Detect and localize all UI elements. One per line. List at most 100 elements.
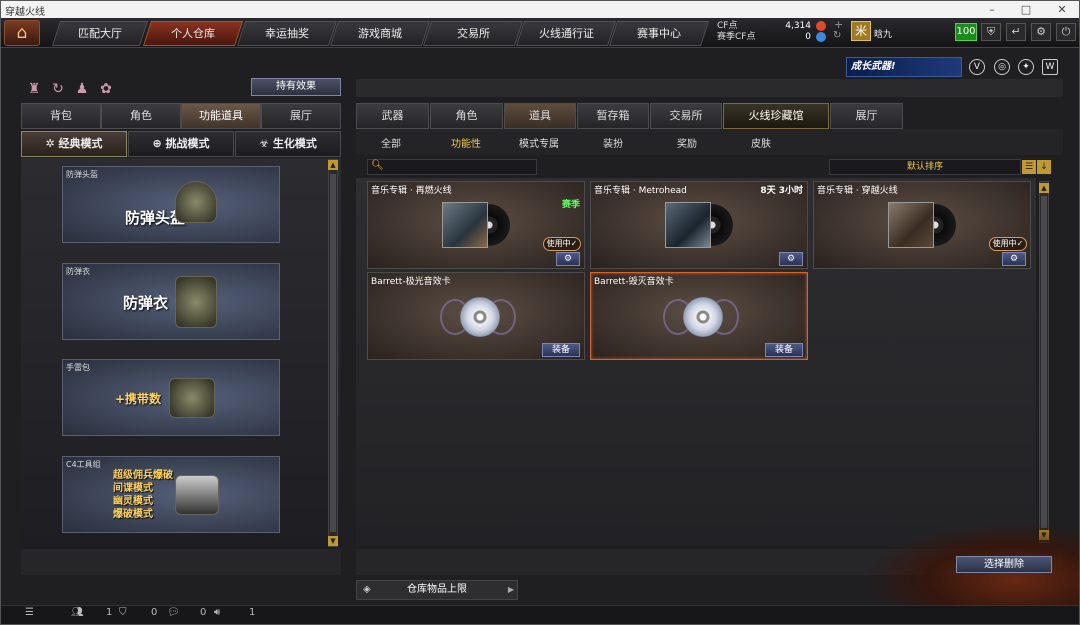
tab-function-items[interactable]: 功能道具 (181, 103, 261, 129)
scroll-up-icon[interactable]: ▲ (1039, 183, 1049, 193)
cycle-icon[interactable]: ↻ (49, 80, 67, 98)
item-card[interactable]: 音乐专辑 · 穿越火线 使用中✓ ⚙ (813, 181, 1031, 269)
tab-showroom[interactable]: 展厅 (261, 103, 341, 129)
sort-select[interactable]: 默认排序 (829, 159, 1021, 175)
card-title: 防弹衣 (123, 294, 169, 312)
item-card[interactable]: Barrett-极光音效卡 装备 (367, 272, 585, 360)
card-grenade-pack[interactable]: 手雷包 +携带数 (62, 359, 280, 436)
maximize-button[interactable]: □ (1009, 1, 1043, 18)
badge-icon[interactable]: V (969, 59, 985, 75)
equip-button[interactable]: 装备 (765, 343, 803, 357)
nav-tab-exchange[interactable]: 交易所 (422, 21, 524, 46)
wing-icon[interactable]: W (1042, 59, 1058, 75)
scroll-down-icon[interactable]: ▼ (328, 536, 338, 546)
nav-tab-label: 幸运抽奖 (265, 27, 309, 40)
scroll-thumb[interactable] (1041, 196, 1047, 528)
season-coin-icon (816, 32, 826, 42)
chat-icon[interactable]: 💬︎ (167, 607, 180, 618)
target-icon[interactable]: ◎ (994, 59, 1010, 75)
refresh-icon[interactable]: ↻ (833, 30, 841, 41)
list-icon[interactable]: ☰ (1022, 160, 1036, 174)
nav-tab-lobby[interactable]: 匹配大厅 (51, 21, 149, 46)
card-caption: C4工具组 (66, 460, 101, 469)
tab-backpack[interactable]: 背包 (21, 103, 101, 129)
card-vest[interactable]: 防弹衣 防弹衣 (62, 263, 280, 340)
filter-costume[interactable]: 装扮 (603, 135, 623, 150)
filter-rewards[interactable]: 奖励 (677, 135, 697, 150)
tab-character[interactable]: 角色 (101, 103, 181, 129)
search-input[interactable]: 🔍︎ (367, 159, 537, 175)
return-icon[interactable]: ↵ (1006, 23, 1026, 41)
c4-mode-line: 间谍模式 (113, 483, 153, 494)
tab-storage[interactable]: 暂存箱 (577, 103, 649, 129)
growth-weapon-banner[interactable]: 成长武器! (846, 57, 962, 77)
tab-items[interactable]: 道具 (504, 103, 576, 129)
c4-mode-line: 爆破模式 (113, 509, 153, 520)
item-card[interactable]: 音乐专辑 · Metrohead 8天 3小时 ⚙ (590, 181, 808, 269)
emblem-icon[interactable]: ✦ (1018, 59, 1034, 75)
sort-down-icon[interactable]: ↓ (1037, 160, 1051, 174)
tab-hall[interactable]: 展厅 (830, 103, 903, 129)
item-name: 音乐专辑 · 再燃火线 (371, 186, 452, 196)
c4-icon (175, 475, 219, 515)
left-footer (21, 549, 341, 575)
card-helmet[interactable]: 防弹头盔 防弹头盔 (62, 166, 280, 243)
ranking-icon[interactable]: ♜ (25, 80, 43, 98)
power-icon[interactable]: ⏻ (1056, 23, 1076, 41)
minimize-button[interactable]: – (975, 1, 1009, 18)
shield-icon[interactable]: ⛨ (981, 23, 1001, 41)
home-icon[interactable]: ⌂ (4, 20, 40, 46)
capacity-bar[interactable]: ◈ 仓库物品上限 ▶ (356, 580, 518, 600)
item-name: 音乐专辑 · 穿越火线 (817, 186, 898, 196)
vest-icon (175, 276, 217, 328)
filter-all[interactable]: 全部 (381, 135, 401, 150)
nav-tab-pass[interactable]: 火线通行证 (515, 21, 617, 46)
character-icon[interactable]: ♟ (73, 80, 91, 98)
bag-icon[interactable]: ✿ (97, 80, 115, 98)
mode-challenge[interactable]: ⊕ 挑战模式 (128, 131, 234, 157)
gear-icon[interactable]: ⚙ (1002, 252, 1026, 266)
nav-tab-lottery[interactable]: 幸运抽奖 (236, 21, 338, 46)
nav-tab-events[interactable]: 赛事中心 (608, 21, 710, 46)
mode-classic[interactable]: ✲ 经典模式 (21, 131, 127, 157)
left-scrollbar[interactable] (328, 159, 338, 547)
mode-zombie[interactable]: ☣ 生化模式 (235, 131, 341, 157)
scroll-up-icon[interactable]: ▲ (328, 160, 338, 170)
layers-icon: ◈ (363, 584, 371, 595)
season-cf-label: 赛季CF点 (717, 32, 756, 42)
tab-trade[interactable]: 交易所 (650, 103, 722, 129)
hold-effect-button[interactable]: 持有效果 (251, 78, 341, 96)
tab-weapons[interactable]: 武器 (356, 103, 429, 129)
friends-count: 1 (106, 607, 113, 618)
item-card[interactable]: 音乐专辑 · 再燃火线 赛季 使用中✓ ⚙ (367, 181, 585, 269)
gear-icon[interactable]: ⚙ (779, 252, 803, 266)
clan-shield-icon[interactable]: ⛉ (119, 607, 127, 618)
filter-skins[interactable]: 皮肤 (751, 135, 771, 150)
helmet-icon (175, 181, 217, 223)
select-delete-button[interactable]: 选择删除 (956, 556, 1052, 573)
nav-tab-shop[interactable]: 游戏商城 (329, 21, 431, 46)
item-name: Barrett-极光音效卡 (371, 277, 451, 287)
top-nav: ⌂ 匹配大厅 个人仓库 幸运抽奖 游戏商城 交易所 火线通行证 赛事中心 (1, 18, 1079, 48)
card-c4-kit[interactable]: C4工具组 超级佣兵爆破 间谍模式 幽灵模式 爆破模式 (62, 456, 280, 533)
equip-button[interactable]: 装备 (542, 343, 580, 357)
filter-mode-exclusive[interactable]: 模式专属 (519, 135, 559, 150)
album-icon (442, 202, 510, 248)
right-scrollbar[interactable] (1039, 181, 1049, 543)
filter-functional[interactable]: 功能性 (451, 135, 481, 150)
item-card[interactable]: Barrett-毁灭音效卡 装备 (590, 272, 808, 360)
friends-icon[interactable]: 👥︎ (71, 607, 84, 618)
tab-collection[interactable]: 火线珍藏馆 (723, 103, 829, 129)
speaker-icon[interactable]: 🔊︎ (214, 607, 220, 618)
gear-icon[interactable]: ⚙ (1031, 23, 1051, 41)
tab-characters[interactable]: 角色 (430, 103, 503, 129)
currency-labels: CF点 赛季CF点 (717, 21, 755, 43)
scroll-thumb[interactable] (330, 174, 336, 532)
gear-icon[interactable]: ⚙ (556, 252, 580, 266)
time-remaining: 8天 3小时 (760, 186, 803, 196)
cf-label: CF点 (717, 21, 738, 31)
chat-count: 0 (200, 607, 207, 618)
nav-tab-warehouse[interactable]: 个人仓库 (142, 21, 244, 46)
menu-icon[interactable]: ☰ (25, 607, 34, 618)
close-button[interactable]: ✕ (1045, 1, 1079, 18)
